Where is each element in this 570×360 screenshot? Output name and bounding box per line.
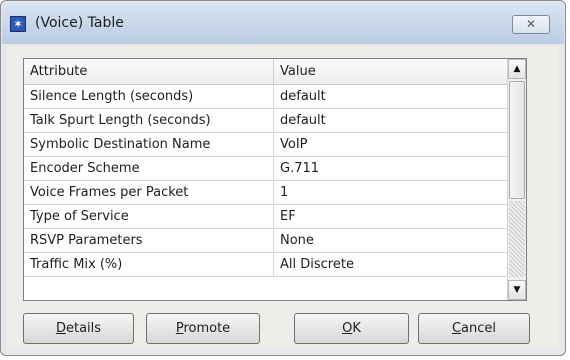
attribute-cell: Type of Service bbox=[24, 205, 274, 228]
column-header-value[interactable]: Value bbox=[274, 59, 507, 84]
value-cell[interactable]: default bbox=[274, 85, 507, 108]
window-title: (Voice) Table bbox=[35, 15, 124, 31]
value-cell[interactable]: 1 bbox=[274, 181, 507, 204]
ok-mnemonic: O bbox=[342, 321, 353, 336]
attribute-cell: Symbolic Destination Name bbox=[24, 133, 274, 156]
table-row[interactable]: Voice Frames per Packet 1 bbox=[24, 181, 507, 205]
table-header: Attribute Value bbox=[24, 59, 507, 85]
attribute-table: Attribute Value Silence Length (seconds)… bbox=[23, 58, 527, 301]
value-cell[interactable]: All Discrete bbox=[274, 253, 507, 276]
cancel-mnemonic: C bbox=[451, 321, 462, 336]
details-mnemonic: D bbox=[55, 321, 66, 336]
table-row[interactable]: Type of Service EF bbox=[24, 205, 507, 229]
table-row[interactable]: RSVP Parameters None bbox=[24, 229, 507, 253]
table-row[interactable]: Encoder Scheme G.711 bbox=[24, 157, 507, 181]
promote-label: romote bbox=[183, 321, 231, 336]
value-cell[interactable]: default bbox=[274, 109, 507, 132]
value-cell[interactable]: None bbox=[274, 229, 507, 252]
table-row[interactable]: Talk Spurt Length (seconds) default bbox=[24, 109, 507, 133]
promote-button[interactable]: Promote bbox=[146, 313, 260, 344]
table-row[interactable]: Traffic Mix (%) All Discrete bbox=[24, 253, 507, 277]
close-button[interactable]: ✕ bbox=[512, 15, 550, 34]
arrow-down-icon: ▼ bbox=[513, 285, 521, 295]
value-cell[interactable]: VoIP bbox=[274, 133, 507, 156]
value-cell[interactable]: EF bbox=[274, 205, 507, 228]
arrow-up-icon: ▲ bbox=[513, 64, 521, 74]
details-label: etails bbox=[65, 321, 102, 336]
details-button[interactable]: Details bbox=[23, 313, 134, 344]
scroll-thumb[interactable] bbox=[509, 81, 525, 199]
cancel-button[interactable]: Cancel bbox=[418, 313, 530, 344]
attribute-cell: RSVP Parameters bbox=[24, 229, 274, 252]
attribute-cell: Talk Spurt Length (seconds) bbox=[24, 109, 274, 132]
app-star-icon: ✶ bbox=[10, 16, 26, 32]
vertical-scrollbar[interactable]: ▲ ▼ bbox=[507, 59, 526, 300]
close-icon: ✕ bbox=[525, 17, 537, 31]
value-cell[interactable]: G.711 bbox=[274, 157, 507, 180]
attribute-cell: Voice Frames per Packet bbox=[24, 181, 274, 204]
scroll-down-button[interactable]: ▼ bbox=[508, 280, 526, 300]
attribute-cell: Traffic Mix (%) bbox=[24, 253, 274, 276]
attribute-cell: Encoder Scheme bbox=[24, 157, 274, 180]
column-header-attribute[interactable]: Attribute bbox=[24, 59, 274, 84]
table-row[interactable]: Symbolic Destination Name VoIP bbox=[24, 133, 507, 157]
title-bar[interactable]: ✶ (Voice) Table ✕ bbox=[2, 2, 564, 44]
attribute-cell: Silence Length (seconds) bbox=[24, 85, 274, 108]
scroll-up-button[interactable]: ▲ bbox=[508, 59, 526, 79]
cancel-label: ancel bbox=[461, 321, 497, 336]
ok-button[interactable]: OK bbox=[294, 313, 409, 344]
ok-label: K bbox=[352, 321, 361, 336]
table-row[interactable]: Silence Length (seconds) default bbox=[24, 85, 507, 109]
scroll-track[interactable] bbox=[509, 201, 525, 277]
